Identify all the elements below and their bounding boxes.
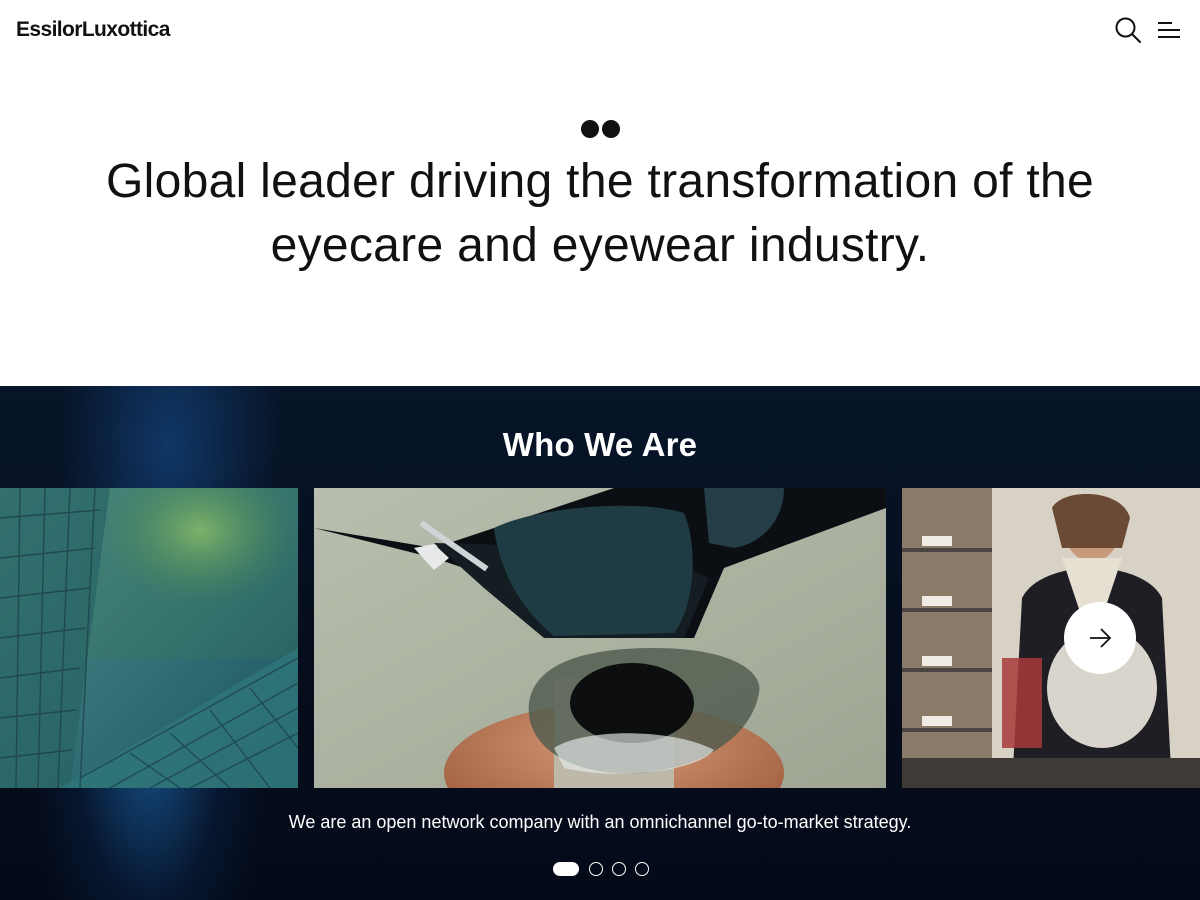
menu-icon: [1158, 22, 1180, 38]
pagination-dot-4[interactable]: [635, 862, 649, 876]
section-title: Who We Are: [502, 426, 698, 463]
brand-dots-icon: [581, 120, 621, 138]
carousel-slide-next[interactable]: [902, 488, 1200, 788]
sunglasses-image: [314, 488, 886, 788]
logo[interactable]: EssilorLuxottica: [16, 18, 170, 42]
who-we-are-section: Who We Are We are an open network compan…: [0, 386, 1200, 900]
menu-button[interactable]: [1156, 16, 1184, 44]
search-icon: [1115, 17, 1141, 43]
carousel-pagination: [553, 862, 653, 876]
pagination-dot-2[interactable]: [589, 862, 603, 876]
site-header: EssilorLuxottica: [0, 0, 1200, 62]
carousel-slide-prev[interactable]: [0, 488, 298, 788]
optician-store-image: [902, 488, 1200, 788]
arrow-right-icon: [1090, 628, 1112, 648]
carousel-next-button[interactable]: [1064, 602, 1136, 674]
hero-headline: Global leader driving the transformation…: [106, 155, 1094, 272]
building-image: [0, 488, 298, 788]
pagination-dot-3[interactable]: [612, 862, 626, 876]
pagination-dot-1[interactable]: [553, 862, 579, 876]
search-button[interactable]: [1114, 16, 1142, 44]
carousel-slide-active[interactable]: [314, 488, 886, 788]
slide-caption: We are an open network company with an o…: [288, 812, 912, 832]
